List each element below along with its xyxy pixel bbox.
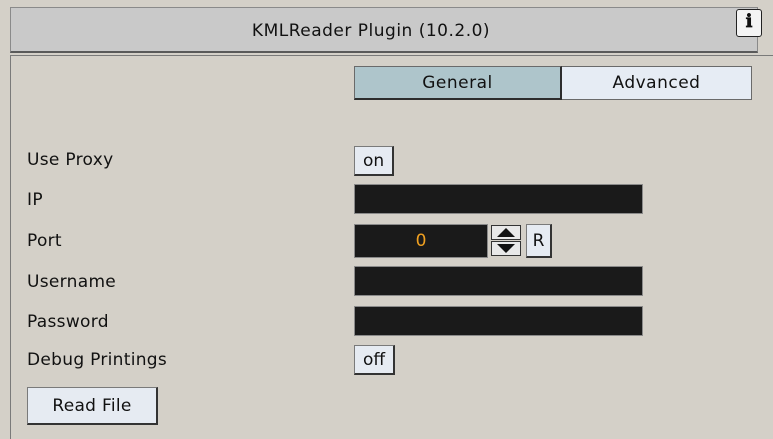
read-file-button[interactable]: Read File [27, 387, 158, 425]
username-label: Username [27, 272, 117, 292]
spin-down-icon[interactable] [491, 241, 521, 256]
password-label: Password [27, 312, 109, 332]
title-bar: KMLReader Plugin (10.2.0) [10, 7, 758, 53]
tab-advanced[interactable]: Advanced [562, 66, 752, 100]
spin-up-icon[interactable] [491, 225, 521, 240]
use-proxy-label: Use Proxy [27, 150, 114, 170]
ip-input[interactable] [354, 184, 643, 214]
port-spinner [489, 224, 523, 258]
port-label: Port [27, 231, 62, 251]
port-reset-button[interactable]: R [526, 224, 552, 258]
ip-label: IP [27, 190, 43, 210]
help-icon[interactable]: ℹ [736, 9, 762, 37]
password-input[interactable] [354, 306, 643, 336]
port-input[interactable]: 0 [354, 224, 488, 258]
username-input[interactable] [354, 266, 643, 296]
tab-general[interactable]: General [354, 66, 562, 100]
debug-printings-label: Debug Printings [27, 350, 168, 370]
debug-printings-toggle[interactable]: off [354, 345, 396, 375]
window-title: KMLReader Plugin (10.2.0) [251, 21, 491, 41]
use-proxy-toggle[interactable]: on [354, 146, 395, 176]
